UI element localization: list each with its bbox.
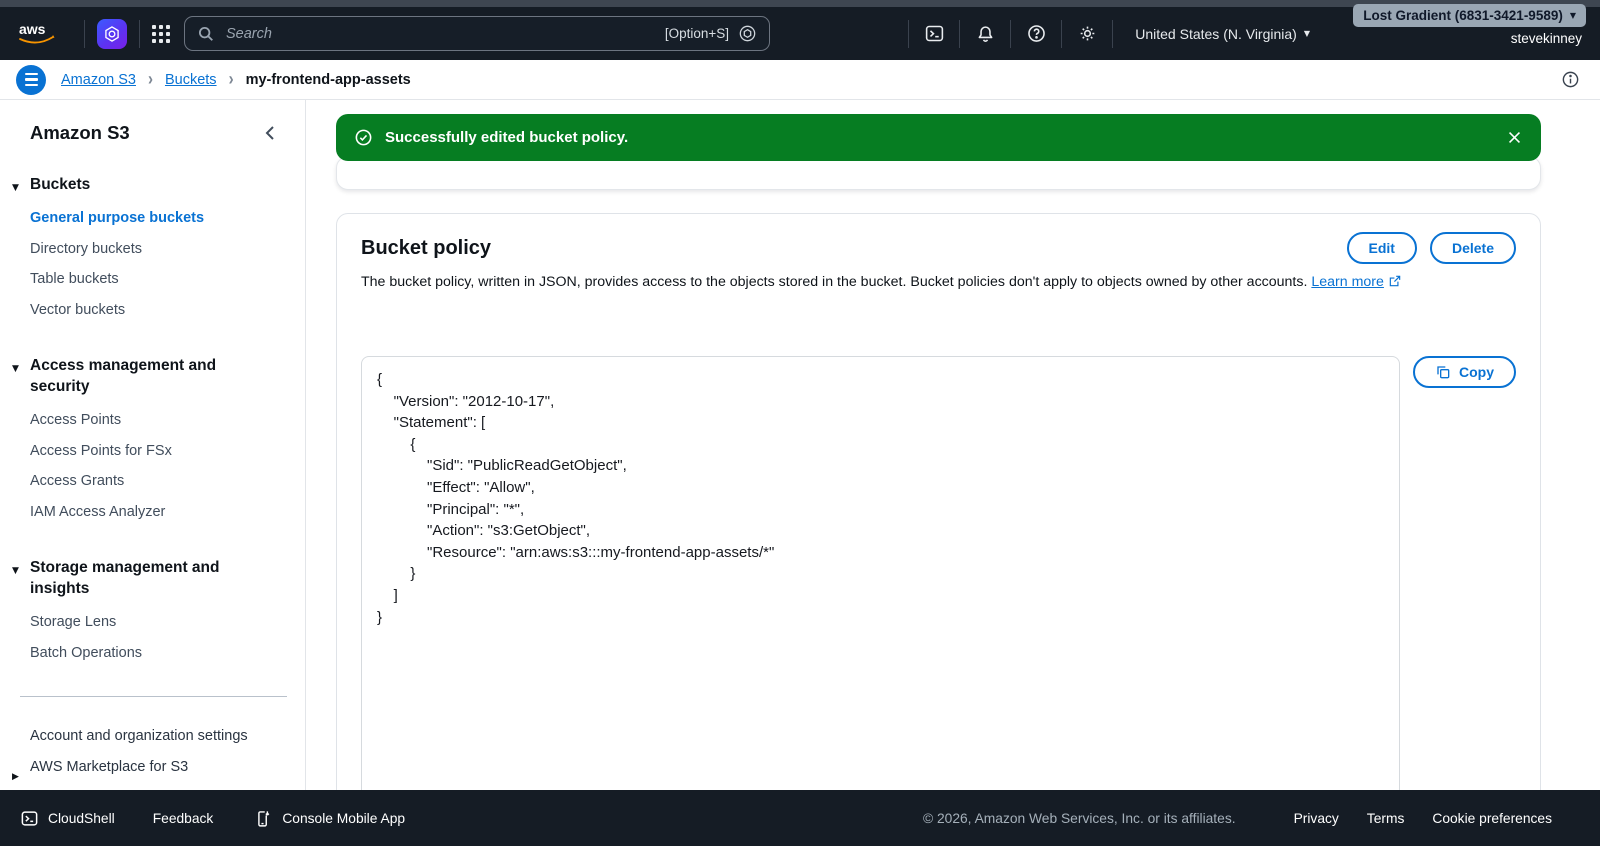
sidebar-section-access-management[interactable]: ▼ Access management and security bbox=[0, 355, 305, 397]
footer-cloudshell-button[interactable]: CloudShell bbox=[20, 809, 115, 828]
footer-link-terms[interactable]: Terms bbox=[1367, 811, 1405, 826]
mobile-app-label: Console Mobile App bbox=[282, 810, 406, 826]
breadcrumb-link-buckets[interactable]: Buckets bbox=[165, 72, 217, 88]
sidebar: Amazon S3 ▼ Buckets General purpose buck… bbox=[0, 100, 306, 790]
chevron-down-icon: ▼ bbox=[1569, 11, 1576, 20]
sidebar-collapse-icon[interactable] bbox=[263, 125, 277, 141]
sidebar-item-access-points-fsx[interactable]: Access Points for FSx bbox=[0, 436, 305, 467]
settings-gear-icon[interactable] bbox=[1074, 21, 1100, 47]
learn-more-link[interactable]: Learn more bbox=[1311, 274, 1384, 290]
main-content: Successfully edited bucket policy. Bucke… bbox=[306, 100, 1600, 790]
check-circle-icon bbox=[354, 128, 373, 147]
username: stevekinney bbox=[1510, 31, 1582, 46]
sidebar-item-table-buckets[interactable]: Table buckets bbox=[0, 264, 305, 295]
section-label: Access management and security bbox=[30, 357, 217, 395]
sidebar-item-access-points[interactable]: Access Points bbox=[0, 405, 305, 436]
assistant-icon bbox=[738, 24, 757, 43]
bucket-policy-json[interactable]: { "Version": "2012-10-17", "Statement": … bbox=[361, 356, 1400, 790]
footer-mobile-app-button[interactable]: Console Mobile App bbox=[255, 809, 405, 828]
search-icon bbox=[197, 25, 215, 43]
s3-service-icon[interactable] bbox=[97, 18, 127, 49]
divider bbox=[959, 19, 961, 48]
divider bbox=[1010, 19, 1012, 48]
sidebar-item-aws-marketplace[interactable]: ▶ AWS Marketplace for S3 bbox=[0, 752, 305, 783]
footer-link-cookie-preferences[interactable]: Cookie preferences bbox=[1432, 811, 1552, 826]
divider bbox=[139, 19, 140, 48]
terminal-icon bbox=[20, 809, 39, 828]
caret-right-icon: ▶ bbox=[12, 771, 19, 782]
top-navigation: aws [Option+S] bbox=[0, 0, 1600, 60]
console-footer: CloudShell Feedback Console Mobile App ©… bbox=[0, 790, 1600, 846]
bucket-policy-title: Bucket policy bbox=[361, 236, 492, 259]
chevron-down-icon: ▼ bbox=[1303, 29, 1310, 38]
footer-link-privacy[interactable]: Privacy bbox=[1294, 811, 1339, 826]
sidebar-divider bbox=[20, 696, 287, 697]
divider bbox=[1061, 19, 1063, 48]
search-shortcut-hint: [Option+S] bbox=[664, 26, 729, 41]
services-grid-icon[interactable] bbox=[152, 24, 170, 43]
region-label: United States (N. Virginia) bbox=[1135, 25, 1297, 42]
breadcrumb-separator: › bbox=[228, 69, 234, 90]
sidebar-section-buckets[interactable]: ▼ Buckets bbox=[0, 174, 305, 195]
region-selector[interactable]: United States (N. Virginia) ▼ bbox=[1135, 26, 1310, 42]
breadcrumb-current: my-frontend-app-assets bbox=[245, 71, 411, 88]
external-link-icon bbox=[1388, 274, 1402, 288]
menu-hamburger-icon[interactable] bbox=[16, 64, 46, 95]
sidebar-item-general-purpose-buckets[interactable]: General purpose buckets bbox=[0, 203, 305, 234]
bucket-policy-description: The bucket policy, written in JSON, prov… bbox=[361, 274, 1308, 290]
account-menu[interactable]: Lost Gradient (6831-3421-9589) ▼ bbox=[1353, 4, 1586, 27]
caret-down-icon: ▼ bbox=[12, 566, 19, 576]
breadcrumb-bar: Amazon S3 › Buckets › my-frontend-app-as… bbox=[0, 60, 1600, 100]
breadcrumb-separator: › bbox=[147, 69, 153, 90]
global-search[interactable]: [Option+S] bbox=[184, 16, 770, 51]
breadcrumb-link-amazon-s3[interactable]: Amazon S3 bbox=[61, 72, 136, 88]
notifications-bell-icon[interactable] bbox=[972, 21, 998, 47]
caret-down-icon: ▼ bbox=[12, 183, 19, 193]
help-icon[interactable] bbox=[1023, 21, 1049, 47]
search-input[interactable] bbox=[224, 24, 665, 43]
sidebar-item-account-org-settings[interactable]: Account and organization settings bbox=[0, 721, 305, 752]
bucket-policy-card: Bucket policy Edit Delete The bucket pol… bbox=[336, 213, 1541, 790]
copy-label: Copy bbox=[1459, 364, 1494, 380]
banner-message: Successfully edited bucket policy. bbox=[385, 129, 629, 146]
account-label: Lost Gradient (6831-3421-9589) bbox=[1363, 8, 1563, 23]
cloudshell-terminal-icon[interactable] bbox=[921, 21, 947, 47]
divider bbox=[84, 19, 85, 48]
sidebar-section-storage-management[interactable]: ▼ Storage management and insights bbox=[0, 557, 305, 599]
breadcrumb: Amazon S3 › Buckets › my-frontend-app-as… bbox=[61, 69, 411, 90]
mobile-phone-icon bbox=[255, 809, 273, 828]
sidebar-item-directory-buckets[interactable]: Directory buckets bbox=[0, 234, 305, 265]
sidebar-item-label: AWS Marketplace for S3 bbox=[30, 758, 189, 775]
partially-hidden-card bbox=[336, 156, 1541, 190]
sidebar-item-storage-lens[interactable]: Storage Lens bbox=[0, 607, 305, 638]
copy-button[interactable]: Copy bbox=[1413, 356, 1516, 388]
cloudshell-label: CloudShell bbox=[48, 810, 115, 826]
aws-logo-icon[interactable]: aws bbox=[16, 20, 58, 48]
svg-text:aws: aws bbox=[19, 21, 46, 37]
close-icon[interactable] bbox=[1506, 129, 1523, 146]
caret-down-icon: ▼ bbox=[12, 364, 19, 374]
sidebar-title: Amazon S3 bbox=[30, 122, 130, 143]
sidebar-item-iam-access-analyzer[interactable]: IAM Access Analyzer bbox=[0, 497, 305, 528]
divider bbox=[908, 19, 910, 48]
section-label: Buckets bbox=[30, 176, 91, 193]
footer-feedback-button[interactable]: Feedback bbox=[153, 811, 214, 826]
sidebar-item-access-grants[interactable]: Access Grants bbox=[0, 466, 305, 497]
divider bbox=[1112, 19, 1114, 48]
info-icon[interactable] bbox=[1561, 70, 1580, 89]
copyright-text: © 2026, Amazon Web Services, Inc. or its… bbox=[922, 810, 1236, 826]
success-banner: Successfully edited bucket policy. bbox=[336, 114, 1541, 161]
copy-icon bbox=[1435, 364, 1451, 380]
edit-button[interactable]: Edit bbox=[1346, 232, 1417, 264]
delete-button[interactable]: Delete bbox=[1429, 232, 1516, 264]
section-label: Storage management and insights bbox=[30, 559, 220, 597]
sidebar-item-batch-operations[interactable]: Batch Operations bbox=[0, 638, 305, 669]
sidebar-item-vector-buckets[interactable]: Vector buckets bbox=[0, 295, 305, 326]
